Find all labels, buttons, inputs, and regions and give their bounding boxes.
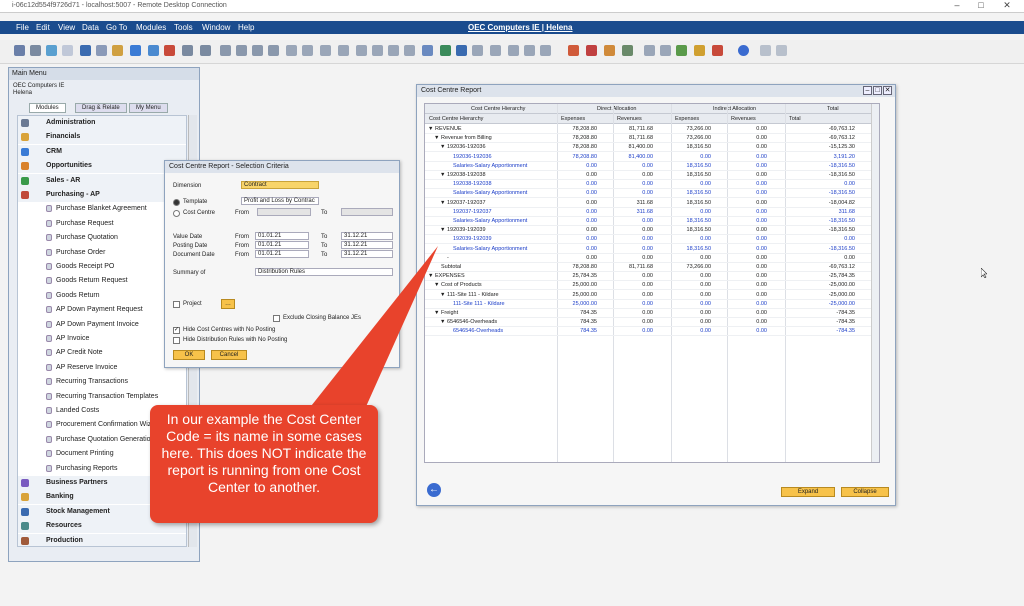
- annotation-callout: In our example the Cost Center Code = it…: [150, 405, 378, 523]
- callout-text: In our example the Cost Center Code = it…: [161, 411, 367, 495]
- mouse-cursor-icon: [981, 268, 987, 278]
